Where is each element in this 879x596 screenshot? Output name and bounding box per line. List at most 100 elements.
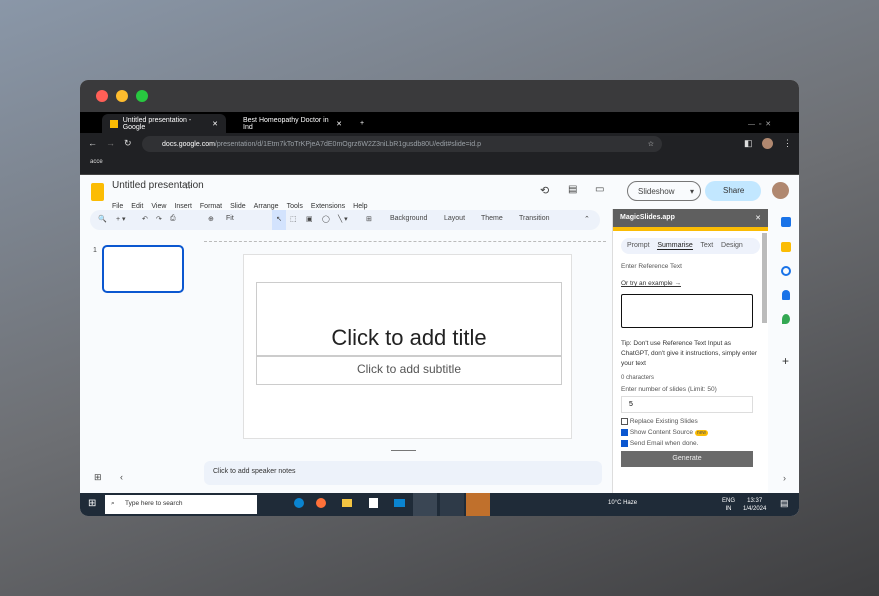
menu-dots-icon[interactable]: ⋮ [783,138,792,149]
text-box-icon[interactable]: ⬚ [290,215,297,223]
clock[interactable]: 13:37 1/4/2024 [743,497,766,513]
menu-slide[interactable]: Slide [230,203,246,210]
tab-text[interactable]: Text [700,242,713,249]
close-tab-icon[interactable]: ✕ [212,120,218,128]
transition-button[interactable]: Transition [519,215,549,222]
new-slide-icon[interactable]: + ▾ [116,215,126,223]
bookmark-star-icon[interactable]: ☆ [648,140,654,148]
background-button[interactable]: Background [390,215,427,222]
grid-view-icon[interactable]: ⊞ [94,472,102,483]
replace-checkbox[interactable] [621,418,628,425]
contacts-icon[interactable] [782,290,790,300]
menu-insert[interactable]: Insert [174,203,192,210]
chevron-down-icon[interactable]: ▾ [690,187,694,196]
firefox-icon[interactable] [316,498,326,508]
menu-tools[interactable]: Tools [287,203,303,210]
recorder-icon[interactable] [466,493,490,516]
subtitle-placeholder[interactable]: Click to add subtitle [256,356,562,385]
image-icon[interactable]: ▣ [306,215,313,223]
speaker-notes[interactable]: Click to add speaker notes [204,461,602,485]
profile-avatar[interactable] [762,138,773,149]
close-panel-icon[interactable]: ✕ [755,214,761,222]
tab-summarise[interactable]: Summarise [657,242,693,250]
generate-button[interactable]: Generate [621,450,753,467]
store-icon[interactable] [369,498,378,508]
window-controls[interactable]: — ▫ ✕ [740,114,779,133]
tab-prompt[interactable]: Prompt [627,242,650,249]
tab-design[interactable]: Design [721,242,743,249]
tab-homeopathy[interactable]: Best Homeopathy Doctor in Ind ✕ [235,114,350,133]
star-icon[interactable]: ☆ [184,181,192,192]
forward-icon[interactable]: → [106,138,115,148]
menu-help[interactable]: Help [353,203,367,210]
file-explorer-icon[interactable] [342,499,352,507]
title-placeholder[interactable]: Click to add title [256,282,562,356]
close-tab-icon[interactable]: ✕ [336,120,342,128]
line-icon[interactable]: ╲ ▾ [338,215,348,223]
chrome-icon[interactable] [413,493,437,516]
url-input[interactable]: docs.google.com/presentation/d/1Etm7kToT… [142,136,662,152]
meet-icon[interactable]: ▭ [595,184,604,195]
keep-icon[interactable] [781,242,791,252]
select-tool-icon[interactable]: ↖ [272,210,286,230]
show-source-row[interactable]: Show Content Source new [621,429,760,437]
mail-icon[interactable] [394,499,405,507]
send-email-row[interactable]: Send Email when done. [621,440,760,448]
menu-format[interactable]: Format [200,203,222,210]
show-source-checkbox[interactable] [621,429,628,437]
menu-file[interactable]: File [112,203,123,210]
account-avatar[interactable] [772,182,789,199]
maximize-window-button[interactable] [136,90,148,102]
slides-count-input[interactable]: 5 [621,396,753,413]
menu-edit[interactable]: Edit [131,203,143,210]
tab-slides[interactable]: Untitled presentation - Google ✕ [102,114,226,133]
collapse-toolbar-icon[interactable]: ⌃ [584,215,590,223]
panel-scrollbar[interactable] [762,233,767,323]
chrome-profile-icon[interactable] [440,493,464,516]
theme-button[interactable]: Theme [481,215,503,222]
calendar-icon[interactable] [781,217,791,227]
share-button[interactable]: Share [705,181,761,201]
notifications-icon[interactable]: ▤ [780,498,789,509]
redo-icon[interactable]: ↷ [156,215,162,223]
history-icon[interactable]: ⟲ [540,184,549,197]
language-indicator[interactable]: ENG IN [722,497,735,513]
try-example-link[interactable]: Or try an example → [621,280,760,287]
windows-start-icon[interactable]: ⊞ [88,498,96,509]
maps-icon[interactable] [782,314,790,324]
undo-icon[interactable]: ↶ [142,215,148,223]
slide-thumbnail[interactable] [102,245,184,293]
zoom-icon[interactable]: ⊕ [208,215,214,223]
menu-arrange[interactable]: Arrange [254,203,279,210]
back-icon[interactable]: ← [88,138,97,148]
layout-button[interactable]: Layout [444,215,465,222]
menu-extensions[interactable]: Extensions [311,203,345,210]
expand-sidebar-icon[interactable]: › [783,473,786,483]
comment-icon[interactable]: ⊞ [366,215,372,223]
zoom-select[interactable]: Fit [226,215,234,222]
reload-icon[interactable]: ↻ [124,138,132,149]
slideshow-button[interactable]: Slideshow ▾ [627,181,701,201]
menu-view[interactable]: View [151,203,166,210]
close-window-button[interactable] [96,90,108,102]
sidebar-icon[interactable]: ◧ [744,138,753,149]
print-icon[interactable]: ⎙ [170,215,176,223]
comments-icon[interactable]: ▤ [568,184,577,195]
replace-slides-row[interactable]: Replace Existing Slides [621,418,760,425]
minimize-window-button[interactable] [116,90,128,102]
shape-icon[interactable]: ◯ [322,215,330,223]
reference-text-input[interactable] [621,294,753,328]
slides-logo[interactable] [91,183,104,201]
taskbar-search-input[interactable]: ⌕ Type here to search [105,495,257,514]
bookmark-item[interactable]: acce [90,159,103,165]
search-menus-icon[interactable]: 🔍 [98,215,107,223]
add-addon-icon[interactable]: + [782,354,799,368]
tasks-icon[interactable] [781,266,791,276]
edge-icon[interactable] [294,498,304,508]
collapse-panel-icon[interactable]: ‹ [120,472,123,482]
weather-text[interactable]: 10°C Haze [608,500,637,506]
notes-resize-handle[interactable] [391,450,416,451]
new-tab-button[interactable]: + [352,114,372,133]
send-email-checkbox[interactable] [621,440,628,448]
slide-canvas[interactable]: Click to add title Click to add subtitle [243,254,572,439]
